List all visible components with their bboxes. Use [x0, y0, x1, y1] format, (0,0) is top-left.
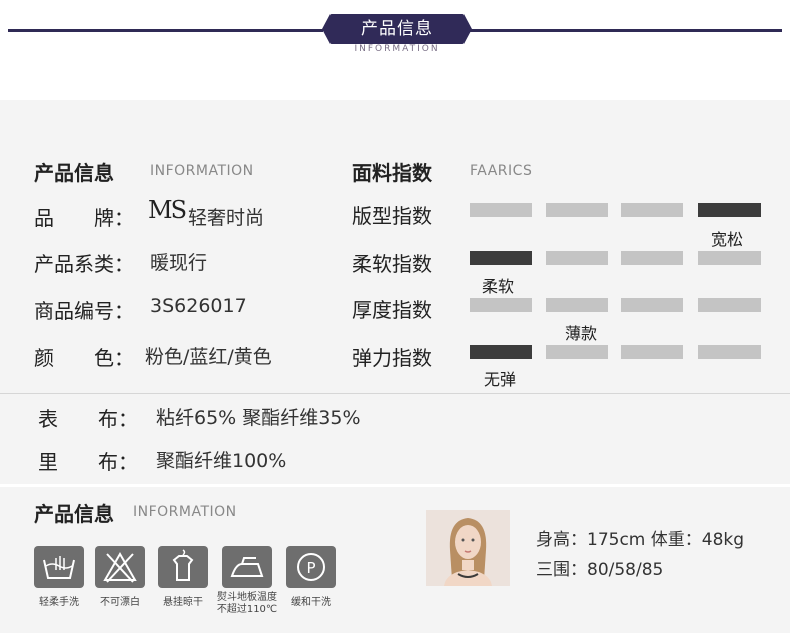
- hang-dry-icon: [158, 546, 208, 588]
- fit-index-label: 版型指数: [352, 204, 432, 228]
- elasticity-index-label: 弹力指数: [352, 346, 432, 370]
- divider: [0, 484, 790, 487]
- outer-fabric-label: 表 布：: [38, 407, 138, 431]
- series-label: 产品系类：: [34, 252, 134, 276]
- index-bar-segment: [546, 251, 608, 265]
- dry-clean-icon: P: [286, 546, 336, 588]
- fabric-index-title-en: FAARICS: [470, 163, 533, 179]
- index-bar-segment: [470, 203, 532, 217]
- thickness-index-label: 厚度指数: [352, 298, 432, 322]
- model-measurements: 三围：80/58/85: [536, 560, 664, 580]
- iron-label-temp: 不超过110℃: [216, 604, 278, 615]
- color-label: 颜 色：: [34, 346, 134, 370]
- fabric-index-title: 面料指数: [352, 161, 432, 185]
- no-bleach-icon: [95, 546, 145, 588]
- index-bar-segment: [546, 345, 608, 359]
- header-divider-left: [8, 29, 323, 32]
- brand-label: 品 牌：: [34, 206, 134, 230]
- item-number-value: 3S626017: [150, 295, 247, 317]
- item-number-label: 商品编号：: [34, 299, 134, 323]
- model-photo: [426, 510, 510, 586]
- softness-index-label: 柔软指数: [352, 252, 432, 276]
- svg-text:P: P: [306, 559, 315, 577]
- brand-value: 轻奢时尚: [188, 207, 265, 229]
- index-bar-segment: [546, 203, 608, 217]
- color-value: 粉色/蓝红/黄色: [145, 346, 272, 368]
- dry-clean-label: 缓和干洗: [291, 597, 331, 608]
- model-height-weight: 身高：175cm 体重：48kg: [536, 530, 745, 550]
- thickness-index-tag: 薄款: [565, 324, 598, 343]
- hand-wash-label: 轻柔手洗: [39, 597, 79, 608]
- iron-label: 熨斗地板温度: [217, 592, 277, 603]
- index-bar-segment: [621, 298, 683, 312]
- index-bar-segment: [470, 251, 532, 265]
- divider: [0, 393, 790, 394]
- info-title: 产品信息: [34, 161, 114, 185]
- index-bar-segment: [698, 203, 761, 217]
- care-title-en: INFORMATION: [133, 504, 237, 520]
- index-bar-segment: [621, 203, 683, 217]
- header-subtitle: INFORMATION: [354, 44, 440, 54]
- outer-fabric-value: 粘纤65% 聚酯纤维35%: [156, 407, 361, 429]
- brand-logo: MS: [148, 196, 187, 224]
- elasticity-index-tag: 无弹: [484, 370, 517, 389]
- index-bar-segment: [621, 345, 683, 359]
- index-bar-segment: [698, 345, 761, 359]
- header-divider-right: [470, 29, 782, 32]
- fit-index-tag: 宽松: [711, 230, 744, 249]
- index-bar-segment: [546, 298, 608, 312]
- care-title: 产品信息: [34, 502, 114, 526]
- index-bar-segment: [698, 298, 761, 312]
- softness-index-tag: 柔软: [482, 277, 515, 296]
- header-title: 产品信息: [322, 14, 472, 44]
- series-value: 暖现行: [150, 252, 208, 274]
- index-bar-segment: [698, 251, 761, 265]
- index-bar-segment: [470, 298, 532, 312]
- hand-wash-icon: [34, 546, 84, 588]
- no-bleach-label: 不可漂白: [100, 597, 140, 608]
- index-bar-segment: [621, 251, 683, 265]
- info-title-en: INFORMATION: [150, 163, 254, 179]
- lining-label: 里 布：: [38, 450, 138, 474]
- lining-value: 聚酯纤维100%: [156, 450, 287, 472]
- hang-dry-label: 悬挂晾干: [163, 597, 203, 608]
- index-bar-segment: [470, 345, 532, 359]
- iron-icon: [222, 546, 272, 588]
